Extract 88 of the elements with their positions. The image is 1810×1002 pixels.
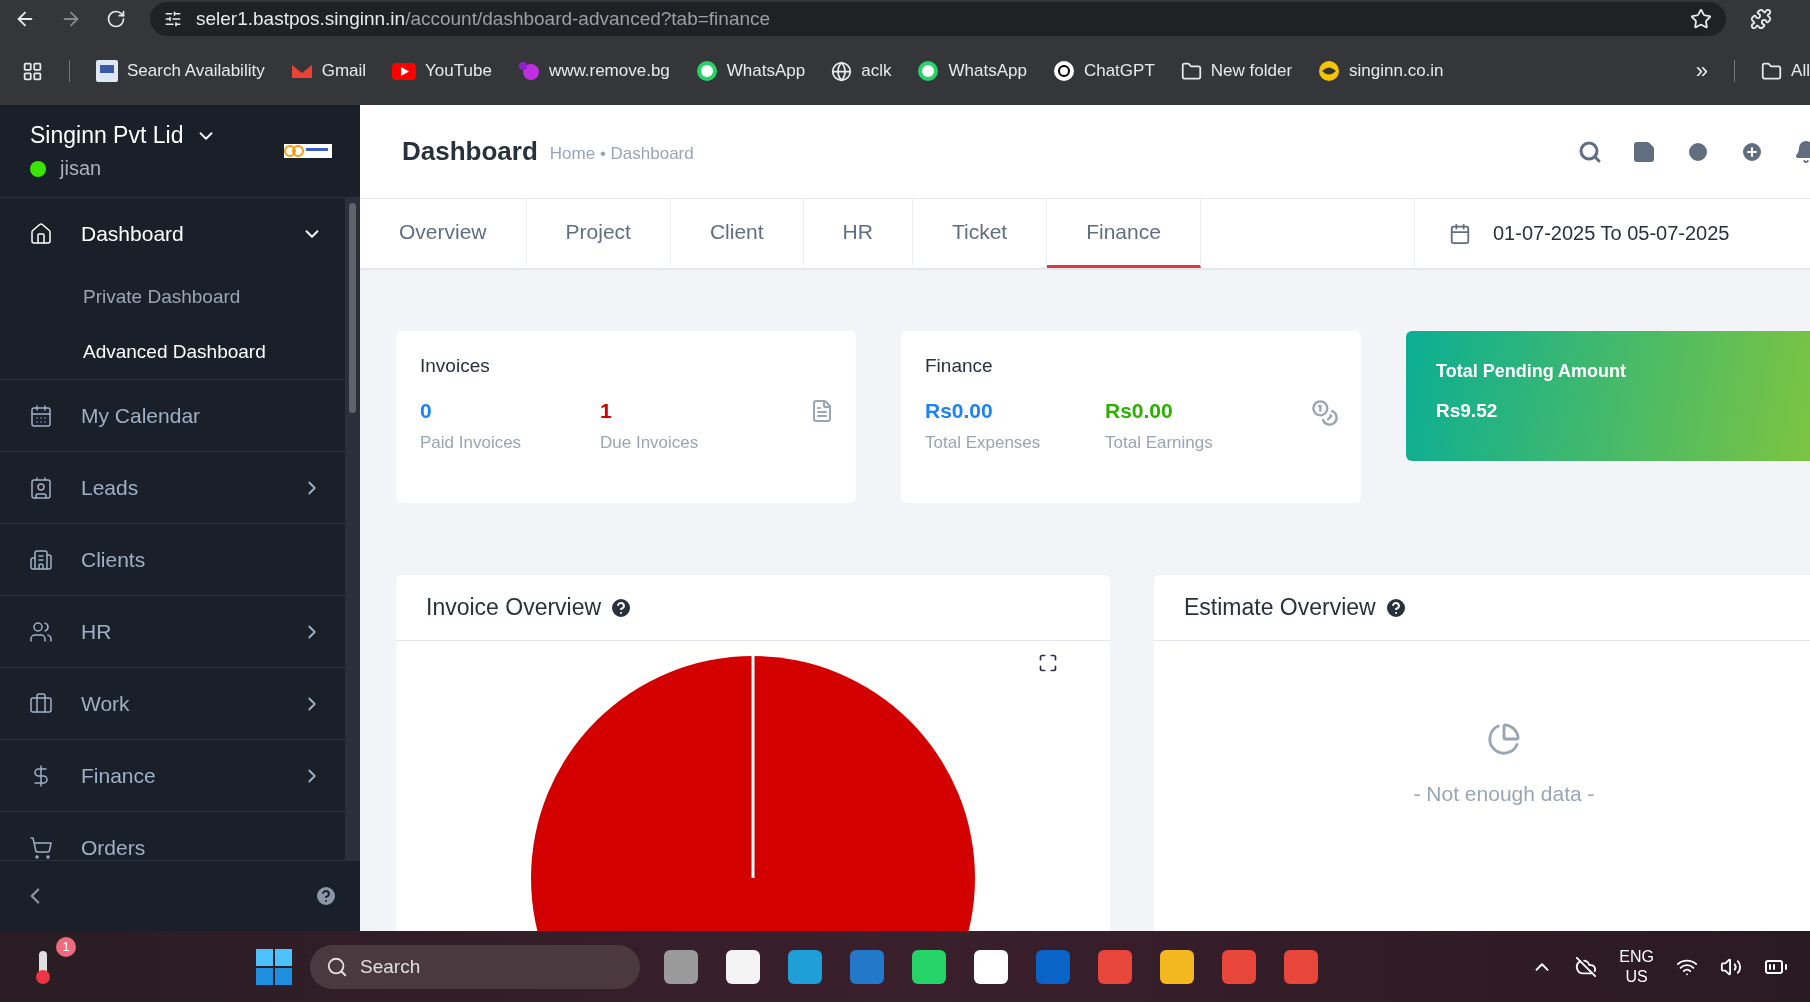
card-title: Finance xyxy=(925,355,994,377)
site-icon xyxy=(96,60,118,82)
star-icon[interactable] xyxy=(1690,7,1712,30)
bookmark[interactable]: aclk xyxy=(831,60,892,82)
tab[interactable]: HR xyxy=(803,199,913,268)
bookmark[interactable]: WhatsApp xyxy=(917,60,1027,82)
url-text: seler1.bastpos.singinn.in/account/dashboard-advanced?tab=finance xyxy=(196,7,771,30)
tab[interactable]: Project xyxy=(526,199,671,268)
site-info-icon[interactable] xyxy=(164,9,182,28)
stat-value: Rs0.00 xyxy=(925,399,994,423)
language-indicator[interactable]: ENG US xyxy=(1619,946,1654,987)
stat-label: Total Earnings xyxy=(1105,433,1214,453)
scrollbar-thumb[interactable] xyxy=(349,203,356,413)
breadcrumb: Home • Dashboard xyxy=(549,143,694,164)
tab[interactable]: Client xyxy=(670,199,804,268)
mail-icon xyxy=(290,63,313,79)
nav-item[interactable]: Orders xyxy=(0,812,345,860)
fullscreen-icon[interactable] xyxy=(1038,653,1058,673)
extensions-icon[interactable] xyxy=(1750,7,1772,30)
stat-label: Due Invoices xyxy=(600,433,700,453)
nav-item[interactable]: Clients xyxy=(0,524,345,595)
nav-subitem[interactable]: Private Dashboard xyxy=(0,269,345,324)
folder-icon xyxy=(1180,60,1202,82)
bookmark[interactable]: singinn.co.in xyxy=(1318,60,1444,82)
stat-value: Rs0.00 xyxy=(1105,399,1174,423)
more-bookmarks[interactable]: » xyxy=(1695,58,1709,84)
users-icon xyxy=(29,619,53,644)
bookmark[interactable]: www.remove.bg xyxy=(517,60,670,82)
logo-icon xyxy=(284,144,332,158)
bookmark[interactable]: ChatGPT xyxy=(1052,60,1155,82)
nav-subitem[interactable]: Advanced Dashboard xyxy=(0,324,345,379)
globe-icon xyxy=(831,60,853,82)
calendar-icon xyxy=(29,403,53,428)
page-title: Dashboard xyxy=(402,136,538,167)
tab[interactable]: Finance xyxy=(1047,199,1201,268)
chat-icon xyxy=(917,60,940,82)
chart-title: Invoice Overview xyxy=(426,594,602,621)
home-icon xyxy=(29,221,53,246)
document-icon xyxy=(810,399,834,423)
note-icon[interactable] xyxy=(1632,139,1656,164)
folder-icon xyxy=(1761,60,1783,82)
nav-item[interactable]: My Calendar xyxy=(0,380,345,451)
reload-icon[interactable] xyxy=(106,8,126,29)
contact-icon xyxy=(29,475,53,500)
nav-item[interactable]: Finance xyxy=(0,740,345,811)
play-icon xyxy=(392,62,417,80)
coins-icon xyxy=(1311,399,1339,427)
search-icon xyxy=(326,955,348,978)
empty-message: - Not enough data - xyxy=(1413,782,1595,806)
tab[interactable]: Overview xyxy=(360,199,527,268)
card-title: Invoices xyxy=(420,355,491,377)
chart-title: Estimate Overview xyxy=(1184,594,1376,621)
chat-icon xyxy=(695,60,718,82)
stat-value: 0 xyxy=(420,399,433,423)
date-range[interactable]: 01-07-2025 To 05-07-2025 xyxy=(1493,222,1730,245)
briefcase-icon xyxy=(29,691,53,716)
nav-item[interactable]: HR xyxy=(0,596,345,667)
nav-item[interactable]: Leads xyxy=(0,452,345,523)
search-icon[interactable] xyxy=(1578,139,1602,164)
stat-value: Rs9.52 xyxy=(1436,400,1499,422)
stat-value: 1 xyxy=(600,399,613,423)
apps-icon[interactable] xyxy=(22,60,43,82)
bookmark[interactable]: WhatsApp xyxy=(695,60,806,82)
bookmark[interactable]: Gmail xyxy=(290,61,367,81)
stat-label: Paid Invoices xyxy=(420,433,523,453)
bookmark[interactable]: New folder xyxy=(1180,60,1293,82)
pie-icon xyxy=(1487,722,1521,756)
cart-icon xyxy=(29,835,53,860)
nav-item[interactable]: Work xyxy=(0,668,345,739)
all-bookmarks[interactable]: All xyxy=(1761,60,1810,82)
eye-icon xyxy=(1318,60,1341,82)
user-name: jisan xyxy=(60,157,102,180)
cloud-icon[interactable] xyxy=(1575,955,1598,978)
stat-label: Total Expenses xyxy=(925,433,1042,453)
calendar-icon xyxy=(1449,222,1471,245)
building-icon xyxy=(29,547,53,572)
tab[interactable]: Ticket xyxy=(912,199,1048,268)
help-icon[interactable] xyxy=(314,884,338,908)
company-switcher[interactable]: Singinn Pvt Lid xyxy=(30,122,218,149)
card-title: Total Pending Amount xyxy=(1436,361,1627,382)
start-icon[interactable] xyxy=(256,948,292,985)
taskbar-search[interactable]: Search xyxy=(310,944,640,989)
nav-item[interactable]: Dashboard xyxy=(0,198,345,269)
address-bar[interactable]: seler1.bastpos.singinn.in/account/dashboard-advanced?tab=finance xyxy=(150,1,1726,36)
bookmark[interactable]: YouTube xyxy=(392,61,492,81)
blob-icon xyxy=(517,60,540,82)
bookmark[interactable]: Search Availability xyxy=(96,60,265,82)
notification-badge: 1 xyxy=(56,936,76,957)
